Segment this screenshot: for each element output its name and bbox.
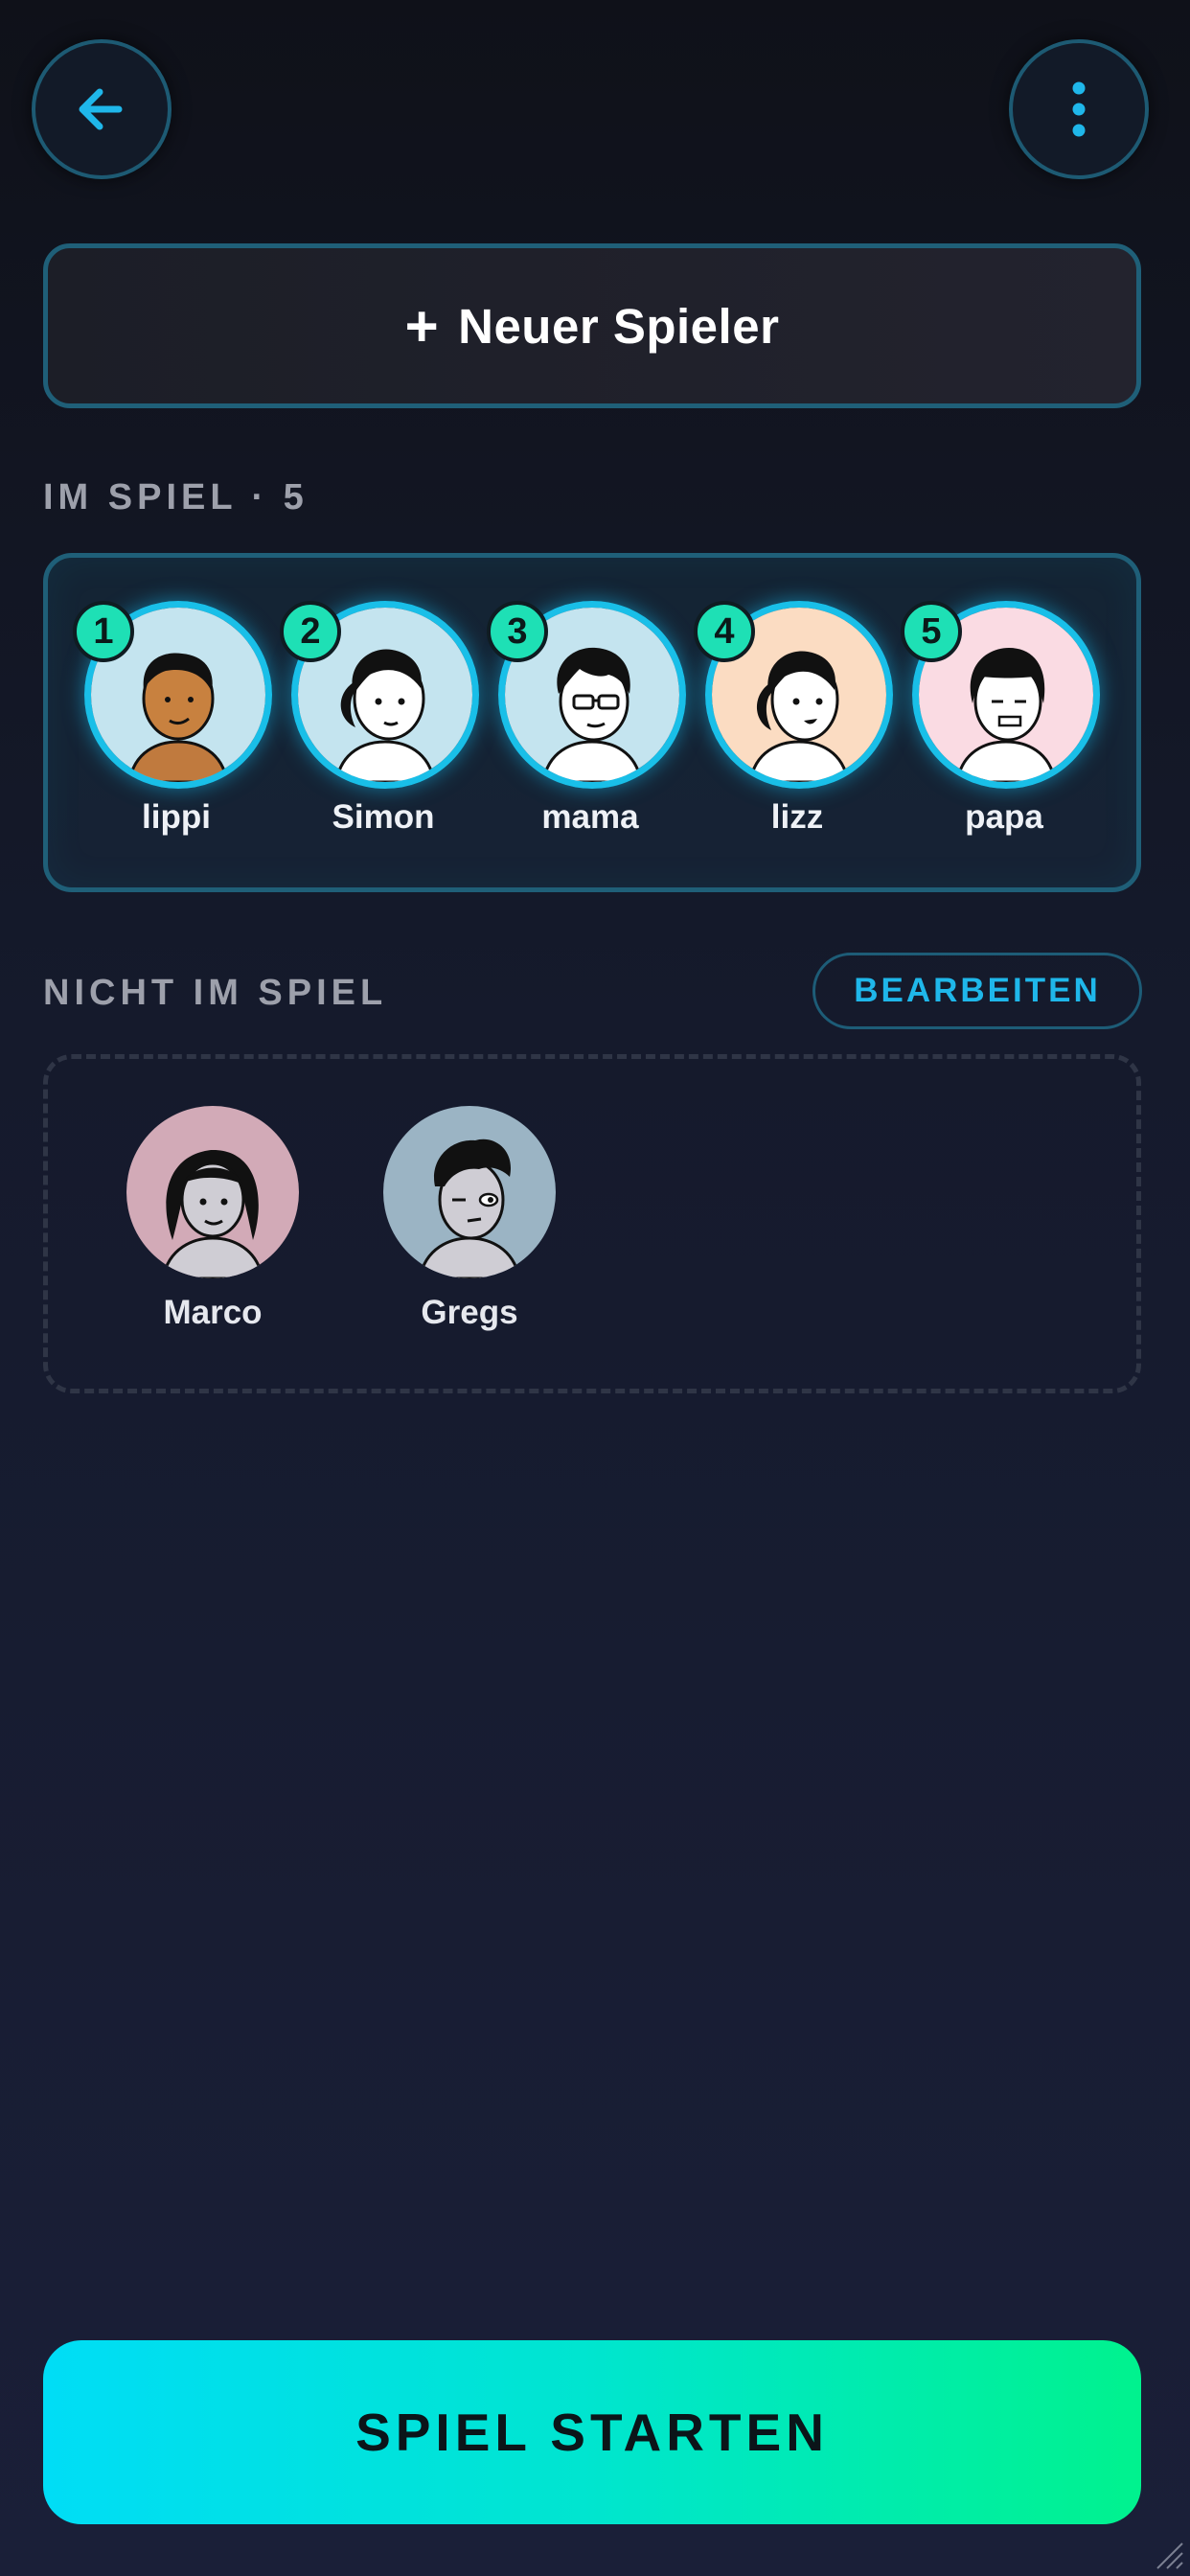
player-name: papa: [965, 798, 1043, 836]
resize-grip-icon: [1156, 2542, 1183, 2569]
avatar: [383, 1106, 556, 1278]
new-player-button[interactable]: + Neuer Spieler: [43, 243, 1141, 408]
player-name: lizz: [770, 798, 824, 836]
in-game-player[interactable]: 1 lippi: [73, 601, 280, 850]
plus-icon: +: [404, 293, 440, 358]
bench-player[interactable]: Gregs: [364, 1106, 575, 1336]
player-name: Gregs: [421, 1294, 518, 1331]
in-game-panel: 1 lippi 2 Simon 3 mama 4 lizz 5 papa: [43, 553, 1141, 892]
not-in-game-panel: Marco Gregs: [43, 1054, 1141, 1393]
player-name: lippi: [142, 798, 211, 836]
player-number-badge: 4: [694, 601, 755, 662]
in-game-player[interactable]: 2 Simon: [280, 601, 487, 850]
edit-button[interactable]: BEARBEITEN: [812, 953, 1142, 1029]
new-player-label: Neuer Spieler: [458, 298, 780, 354]
player-number-badge: 1: [73, 601, 134, 662]
player-number-badge: 2: [280, 601, 341, 662]
start-game-button[interactable]: SPIEL STARTEN: [43, 2340, 1141, 2524]
player-name: Marco: [163, 1294, 263, 1331]
more-options-button[interactable]: [1009, 39, 1149, 179]
in-game-player[interactable]: 5 papa: [901, 601, 1108, 850]
bench-player[interactable]: Marco: [107, 1106, 318, 1336]
not-in-game-heading: NICHT IM SPIEL: [43, 973, 388, 1013]
avatar: [126, 1106, 299, 1278]
vertical-dots-icon: [1072, 81, 1086, 137]
player-number-badge: 3: [487, 601, 548, 662]
player-name: Simon: [332, 798, 435, 836]
player-number-badge: 5: [901, 601, 962, 662]
player-name: mama: [541, 798, 639, 836]
back-button[interactable]: [32, 39, 172, 179]
in-game-player[interactable]: 3 mama: [487, 601, 694, 850]
in-game-player[interactable]: 4 lizz: [694, 601, 901, 850]
arrow-left-icon: [79, 88, 123, 130]
in-game-heading: IM SPIEL · 5: [43, 477, 309, 518]
